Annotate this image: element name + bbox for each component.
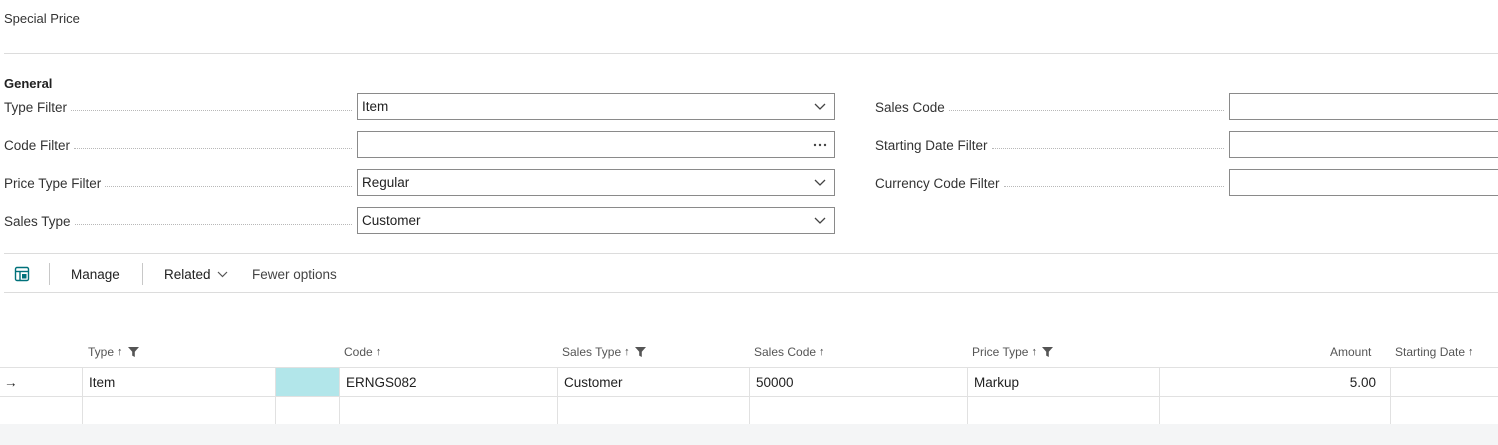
- sales-type-value: Customer: [362, 213, 421, 228]
- column-header-starting-date[interactable]: Starting Date ↑: [1395, 338, 1474, 366]
- starting-date-filter-label: Starting Date Filter: [875, 135, 1228, 155]
- toolbar-bottom-divider: [4, 292, 1498, 293]
- cell-amount[interactable]: 5.00: [1159, 368, 1390, 396]
- page-title: Special Price: [4, 11, 80, 26]
- chevron-down-icon[interactable]: [806, 179, 834, 187]
- cell-sales-code[interactable]: 50000: [749, 368, 967, 396]
- cell-amount[interactable]: [1159, 396, 1390, 424]
- type-filter-label: Type Filter: [4, 97, 356, 117]
- chevron-down-icon[interactable]: [806, 217, 834, 225]
- cell-price-type[interactable]: [967, 396, 1159, 424]
- row-indicator: [0, 396, 82, 424]
- manage-button[interactable]: Manage: [71, 256, 120, 292]
- cell-code[interactable]: [339, 396, 557, 424]
- cell-starting-date[interactable]: [1390, 368, 1498, 396]
- cell-sales-type[interactable]: Customer: [557, 368, 749, 396]
- toolbar-top-divider: [4, 253, 1498, 254]
- cell-starting-date[interactable]: [1390, 396, 1498, 424]
- cell-type[interactable]: Item: [82, 368, 275, 396]
- lookup-ellipsis-icon[interactable]: [806, 143, 834, 147]
- starting-date-filter-input[interactable]: [1229, 131, 1498, 158]
- chevron-down-icon[interactable]: [806, 103, 834, 111]
- action-bar: Manage Related Fewer options: [4, 256, 1498, 292]
- grid-view-icon[interactable]: [14, 256, 30, 292]
- cell-price-type[interactable]: Markup: [967, 368, 1159, 396]
- column-header-price-type[interactable]: Price Type ↑: [972, 338, 1053, 366]
- chevron-down-icon: [217, 271, 228, 278]
- filter-funnel-icon: [1041, 347, 1053, 357]
- currency-code-filter-label: Currency Code Filter: [875, 173, 1228, 193]
- toolbar-separator: [142, 263, 143, 285]
- currency-code-filter-input[interactable]: [1229, 169, 1498, 196]
- fewer-options-button[interactable]: Fewer options: [252, 256, 337, 292]
- column-header-sales-code[interactable]: Sales Code ↑: [754, 338, 825, 366]
- arrow-right-icon: →: [4, 374, 18, 390]
- price-type-filter-dropdown[interactable]: Regular: [357, 169, 835, 196]
- filter-funnel-icon: [127, 347, 139, 357]
- cell-blank[interactable]: [275, 396, 339, 424]
- cell-sales-code[interactable]: [749, 396, 967, 424]
- price-type-filter-label: Price Type Filter: [4, 173, 356, 193]
- sales-type-dropdown[interactable]: Customer: [357, 207, 835, 234]
- header-divider: [4, 53, 1498, 54]
- general-group-title: General: [4, 76, 53, 91]
- column-header-code[interactable]: Code ↑: [344, 338, 381, 366]
- table-row[interactable]: → Item ERNGS082 Customer 50000 Markup 5.…: [0, 367, 1498, 397]
- column-header-amount[interactable]: Amount: [1330, 338, 1371, 366]
- code-filter-label: Code Filter: [4, 135, 356, 155]
- sales-code-input[interactable]: [1229, 93, 1498, 120]
- grid-footer-band: [0, 424, 1498, 445]
- column-header-sales-type[interactable]: Sales Type ↑: [562, 338, 646, 366]
- cell-sales-type[interactable]: [557, 396, 749, 424]
- type-filter-value: Item: [362, 99, 389, 114]
- code-filter-input[interactable]: [357, 131, 835, 158]
- cell-code[interactable]: ERNGS082: [339, 368, 557, 396]
- sales-code-label: Sales Code: [875, 97, 1228, 117]
- type-filter-dropdown[interactable]: Item: [357, 93, 835, 120]
- related-button[interactable]: Related: [164, 256, 228, 292]
- price-type-filter-value: Regular: [362, 175, 410, 190]
- cell-selected[interactable]: [275, 368, 339, 396]
- column-header-type[interactable]: Type ↑: [88, 338, 139, 366]
- table-row-empty[interactable]: [0, 396, 1498, 425]
- cell-type[interactable]: [82, 396, 275, 424]
- sales-type-label: Sales Type: [4, 211, 356, 231]
- filter-funnel-icon: [634, 347, 646, 357]
- toolbar-separator: [49, 263, 50, 285]
- row-indicator: →: [0, 368, 82, 396]
